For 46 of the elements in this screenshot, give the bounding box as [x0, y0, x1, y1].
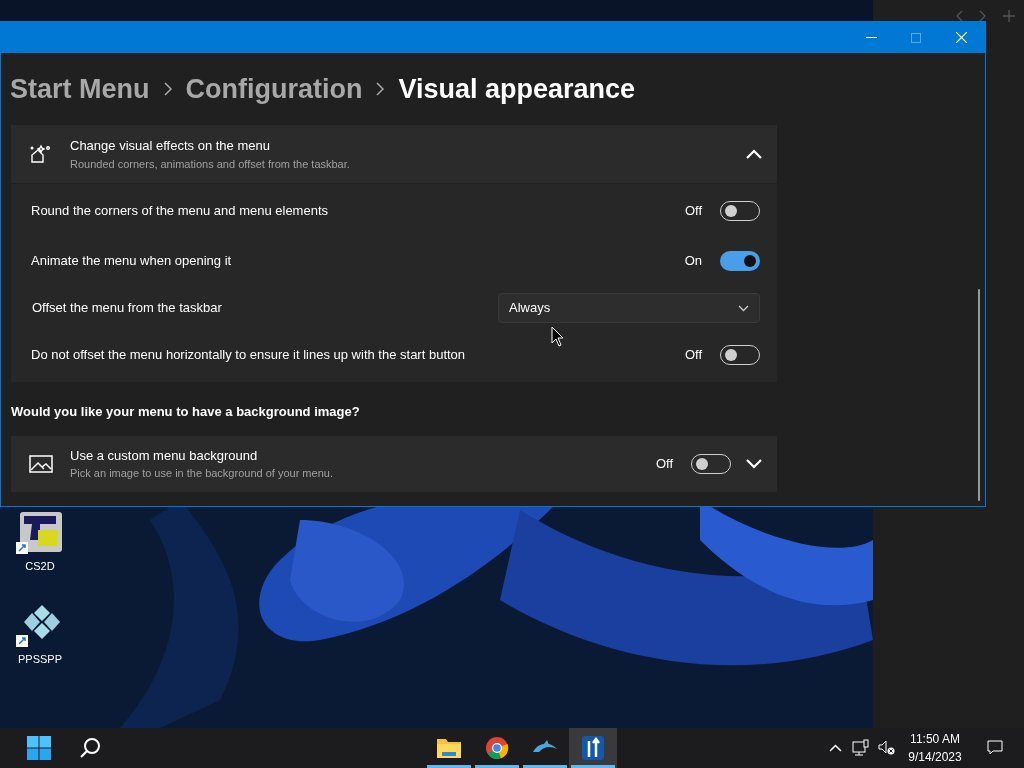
clock-time[interactable]: 11:50 AM [910, 730, 960, 748]
scrollbar-thumb[interactable] [978, 289, 980, 501]
taskbar-app[interactable] [569, 728, 617, 768]
chevron-down-icon[interactable] [745, 457, 763, 470]
toggle-state-label: Off [655, 454, 673, 473]
toggle-state-label: On [684, 252, 702, 271]
mouse-cursor-icon [551, 326, 564, 347]
search-icon[interactable] [79, 737, 101, 759]
shell-icon [581, 735, 605, 761]
expander-subtitle: Rounded corners, animations and offset from the taskbar. [70, 156, 351, 172]
expander-subtitle: Pick an image to use in the background of your menu. [70, 466, 334, 481]
image-icon [29, 453, 53, 474]
breadcrumb-item[interactable]: Start Menu [10, 68, 150, 110]
setting-label: Round the corners of the menu and menu elements [31, 202, 329, 221]
toggle-switch[interactable] [720, 251, 760, 271]
chevron-up-icon[interactable] [829, 744, 842, 752]
muted-speaker-icon[interactable] [878, 740, 895, 756]
chevron-right-icon [376, 82, 385, 96]
breadcrumb-item: Visual appearance [398, 72, 636, 106]
expander-title: Change visual effects on the menu [70, 137, 271, 155]
expander-header[interactable]: Change visual effects on the menu Rounded corners, animations and offset from the taskbar. [11, 125, 777, 183]
breadcrumb-item[interactable]: Configuration [185, 68, 363, 110]
expander-header[interactable]: Use a custom menu background Pick an image to use in the background of your menu. Off [11, 435, 777, 492]
dropdown[interactable]: Always [498, 293, 760, 323]
setting-label: Do not offset the menu horizontally to ensure it lines up with the start button [31, 346, 467, 365]
toggle-state-label: Off [684, 346, 702, 365]
network-icon[interactable] [852, 739, 870, 757]
sparkle-house-icon [29, 142, 53, 166]
minimize-icon[interactable] [866, 36, 877, 39]
notification-icon[interactable] [987, 740, 1003, 756]
gun-app-icon[interactable] [16, 510, 64, 556]
desktop-icon-label: CS2D [25, 559, 55, 574]
chevron-down-icon [738, 304, 749, 312]
clock-date[interactable]: 9/14/2023 [908, 748, 962, 766]
section-heading: Would you like your menu to have a background image? [11, 403, 361, 421]
chevron-right-icon [163, 82, 172, 96]
desktop-icon-label: PPSSPP [18, 652, 62, 667]
folder-icon [436, 737, 462, 759]
chevron-up-icon[interactable] [745, 148, 763, 160]
setting-label: Animate the menu when opening it [31, 252, 233, 271]
chrome-icon [485, 736, 509, 760]
start-icon[interactable] [27, 736, 51, 760]
close-icon[interactable] [956, 32, 967, 43]
setting-label: Offset the menu from the taskbar [32, 299, 223, 318]
expander-title: Use a custom menu background [70, 446, 259, 465]
toggle-state-label: Off [684, 202, 702, 221]
